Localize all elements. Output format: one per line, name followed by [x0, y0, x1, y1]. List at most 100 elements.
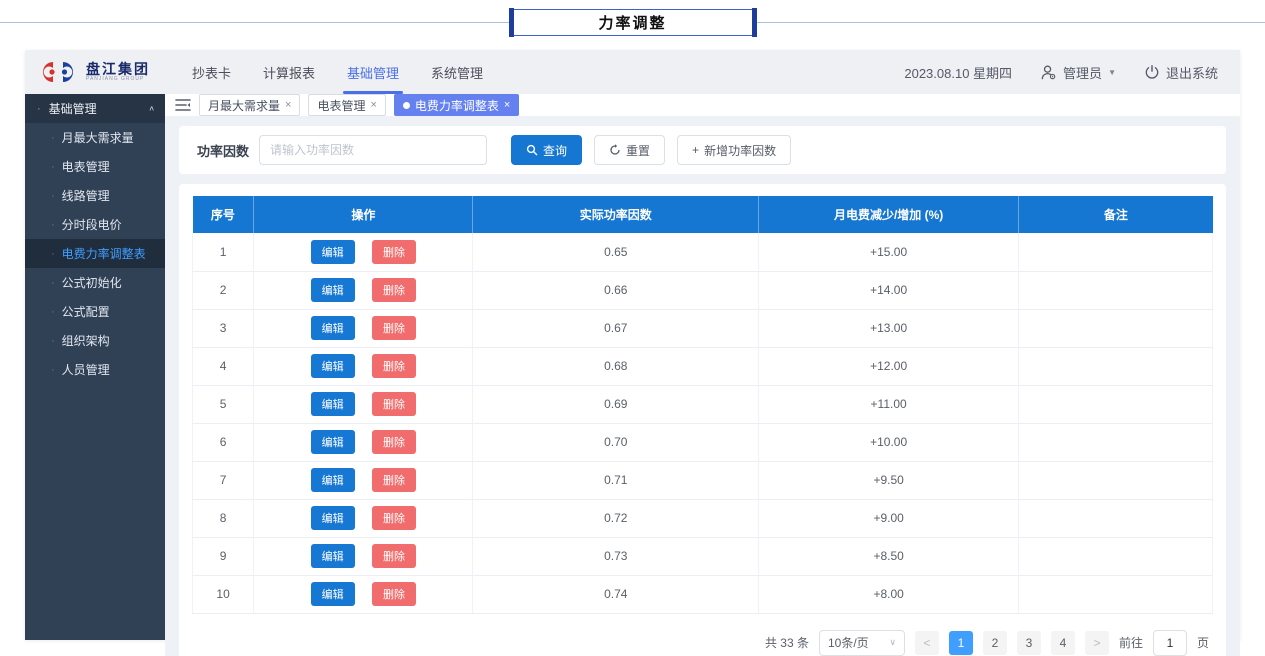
sidebar-item-monthly-max-demand[interactable]: · 月最大需求量 — [25, 123, 165, 152]
prev-page-button[interactable]: < — [915, 631, 939, 655]
power-icon — [1144, 64, 1160, 80]
page-title: 力率调整 — [510, 9, 756, 36]
table-row: 2 编辑 删除 0.66 +14.00 — [193, 271, 1213, 309]
factor-cell: 0.74 — [473, 575, 759, 613]
delete-button[interactable]: 删除 — [372, 316, 416, 340]
edit-button[interactable]: 编辑 — [311, 582, 355, 606]
delete-button[interactable]: 删除 — [372, 544, 416, 568]
row-actions-cell: 编辑 删除 — [254, 309, 473, 347]
reset-label: 重置 — [626, 142, 650, 159]
sidebar-group-basic-management[interactable]: · 基础管理 ∧ — [25, 94, 165, 123]
app-window: 盘江集团 PANJIANG GROUP 抄表卡 计算报表 基础管理 系统管理 2… — [25, 50, 1240, 640]
sidebar-item-personnel-management[interactable]: · 人员管理 — [25, 355, 165, 384]
delete-button[interactable]: 删除 — [372, 354, 416, 378]
reset-button[interactable]: 重置 — [594, 135, 665, 165]
edit-button[interactable]: 编辑 — [311, 430, 355, 454]
sidebar-group-label: 基础管理 — [49, 100, 97, 117]
tab-power-factor-table[interactable]: 电费力率调整表 × — [394, 94, 519, 116]
change-cell: +14.00 — [759, 271, 1019, 309]
edit-button[interactable]: 编辑 — [311, 316, 355, 340]
sidebar-item-line-management[interactable]: · 线路管理 — [25, 181, 165, 210]
row-actions-cell: 编辑 删除 — [254, 233, 473, 271]
chevron-down-icon: ∨ — [889, 637, 896, 648]
title-right-bar — [752, 8, 757, 37]
tab-meter-management[interactable]: 电表管理 × — [308, 94, 385, 116]
sidebar-item-label: 组织架构 — [62, 332, 110, 349]
change-cell: +15.00 — [759, 233, 1019, 271]
power-factor-input[interactable] — [259, 135, 487, 165]
remark-cell — [1019, 423, 1213, 461]
page-button-3[interactable]: 3 — [1017, 631, 1041, 655]
page-button-1[interactable]: 1 — [949, 631, 973, 655]
edit-button[interactable]: 编辑 — [311, 468, 355, 492]
sidebar-item-org-structure[interactable]: · 组织架构 — [25, 326, 165, 355]
nav-item-calculation-reports[interactable]: 计算报表 — [263, 50, 315, 94]
delete-button[interactable]: 删除 — [372, 278, 416, 302]
table-row: 3 编辑 删除 0.67 +13.00 — [193, 309, 1213, 347]
factor-cell: 0.69 — [473, 385, 759, 423]
row-actions-cell: 编辑 删除 — [254, 461, 473, 499]
delete-button[interactable]: 删除 — [372, 582, 416, 606]
row-index-cell: 6 — [193, 423, 254, 461]
header-right: 2023.08.10 星期四 管理员 ▼ 退出系统 — [904, 63, 1218, 82]
col-header-index: 序号 — [193, 196, 254, 233]
sidebar-item-meter-management[interactable]: · 电表管理 — [25, 152, 165, 181]
table-row: 5 编辑 删除 0.69 +11.00 — [193, 385, 1213, 423]
edit-button[interactable]: 编辑 — [311, 392, 355, 416]
sidebar-item-label: 电表管理 — [62, 158, 110, 175]
sidebar-item-time-of-use-price[interactable]: · 分时段电价 — [25, 210, 165, 239]
sidebar-item-label: 线路管理 — [62, 187, 110, 204]
sidebar-item-formula-init[interactable]: · 公式初始化 — [25, 268, 165, 297]
delete-button[interactable]: 删除 — [372, 506, 416, 530]
factor-cell: 0.67 — [473, 309, 759, 347]
sidebar-item-label: 公式配置 — [62, 303, 110, 320]
table-row: 7 编辑 删除 0.71 +9.50 — [193, 461, 1213, 499]
search-icon — [526, 144, 538, 156]
edit-button[interactable]: 编辑 — [311, 354, 355, 378]
page-size-select[interactable]: 10条/页 ∨ — [819, 630, 905, 656]
remark-cell — [1019, 575, 1213, 613]
col-header-remark: 备注 — [1019, 196, 1213, 233]
page-title-text: 力率调整 — [598, 12, 666, 33]
delete-button[interactable]: 删除 — [372, 392, 416, 416]
remark-cell — [1019, 233, 1213, 271]
nav-item-basic-management[interactable]: 基础管理 — [347, 50, 399, 94]
delete-button[interactable]: 删除 — [372, 430, 416, 454]
delete-button[interactable]: 删除 — [372, 468, 416, 492]
table-row: 4 编辑 删除 0.68 +12.00 — [193, 347, 1213, 385]
close-icon[interactable]: × — [504, 99, 510, 111]
nav-item-meter-reading-card[interactable]: 抄表卡 — [192, 50, 231, 94]
bullet-icon: · — [51, 335, 55, 347]
sidebar-item-power-factor-table[interactable]: · 电费力率调整表 — [25, 239, 165, 268]
bullet-icon: · — [51, 277, 55, 289]
change-cell: +12.00 — [759, 347, 1019, 385]
delete-button[interactable]: 删除 — [372, 240, 416, 264]
change-cell: +13.00 — [759, 309, 1019, 347]
add-label: 新增功率因数 — [704, 142, 776, 159]
user-menu[interactable]: 管理员 ▼ — [1040, 63, 1116, 82]
plus-icon: + — [692, 143, 699, 157]
search-button[interactable]: 查询 — [511, 135, 582, 165]
top-nav: 抄表卡 计算报表 基础管理 系统管理 — [192, 50, 483, 94]
close-icon[interactable]: × — [285, 99, 291, 111]
edit-button[interactable]: 编辑 — [311, 278, 355, 302]
chevron-up-icon: ∧ — [148, 104, 155, 113]
goto-page-input[interactable] — [1153, 630, 1187, 656]
sidebar-item-formula-config[interactable]: · 公式配置 — [25, 297, 165, 326]
panjiang-logo-icon — [39, 58, 79, 86]
page-button-4[interactable]: 4 — [1051, 631, 1075, 655]
sidebar-item-label: 电费力率调整表 — [62, 245, 146, 262]
close-icon[interactable]: × — [370, 99, 376, 111]
page-button-2[interactable]: 2 — [983, 631, 1007, 655]
remark-cell — [1019, 461, 1213, 499]
edit-button[interactable]: 编辑 — [311, 506, 355, 530]
tab-list-icon[interactable] — [175, 98, 191, 112]
add-power-factor-button[interactable]: + 新增功率因数 — [677, 135, 791, 165]
logout-button[interactable]: 退出系统 — [1144, 63, 1218, 82]
nav-item-system-management[interactable]: 系统管理 — [431, 50, 483, 94]
edit-button[interactable]: 编辑 — [311, 240, 355, 264]
edit-button[interactable]: 编辑 — [311, 544, 355, 568]
pagination: 共 33 条 10条/页 ∨ < 1 2 3 4 > 前往 页 — [192, 614, 1213, 656]
tab-monthly-max-demand[interactable]: 月最大需求量 × — [199, 94, 300, 116]
next-page-button[interactable]: > — [1085, 631, 1109, 655]
